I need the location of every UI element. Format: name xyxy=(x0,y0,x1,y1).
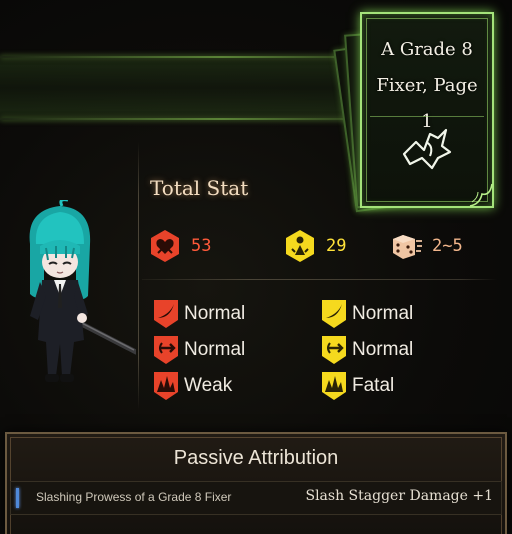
character-sprite xyxy=(29,200,136,382)
hp-resist-slash: Normal xyxy=(152,298,245,330)
page-card-front: A Grade 8 Fixer, Page 1 xyxy=(360,12,494,208)
passive-title: Passive Attribution xyxy=(173,447,339,469)
passive-item-name: Slashing Prowess of a Grade 8 Fixer xyxy=(36,490,232,504)
total-stat-title: Total Stat xyxy=(150,176,249,200)
slash-resist-icon xyxy=(154,300,178,328)
vertical-divider xyxy=(138,142,139,410)
stagger-icon xyxy=(286,230,314,262)
hp-resist-pierce: Normal xyxy=(152,334,245,366)
slash-stagger-resist-icon xyxy=(322,300,346,328)
passive-item-marker xyxy=(16,488,19,508)
blunt-stagger-resist-icon xyxy=(322,372,346,400)
stagger-value: 29 xyxy=(326,236,347,256)
stagger-stat: 29 xyxy=(283,229,346,263)
page-art-divider xyxy=(370,116,484,117)
stagger-resist-pierce-label: Normal xyxy=(352,339,414,360)
horizontal-divider xyxy=(142,279,497,280)
stagger-resist-blunt-label: Fatal xyxy=(352,375,395,396)
combat-page-card[interactable]: A Grade 8 Fixer, Page 1 xyxy=(333,10,510,213)
speed-value: 2~5 xyxy=(432,236,463,256)
hp-resist-slash-label: Normal xyxy=(184,303,246,324)
speed-dice-icon xyxy=(393,235,422,259)
page-title-line1: A Grade 8 xyxy=(381,39,473,60)
hp-resist-blunt: Weak xyxy=(152,370,232,402)
blunt-resist-icon xyxy=(154,372,178,400)
pierce-resist-icon xyxy=(154,336,178,364)
fixer-emblem-icon xyxy=(402,128,452,170)
hp-resist-blunt-label: Weak xyxy=(184,375,233,396)
passive-item-description: Slash Stagger Damage +1 xyxy=(305,488,493,504)
header-band-line-top xyxy=(0,56,370,58)
hp-value: 53 xyxy=(191,236,212,256)
stagger-resist-slash-label: Normal xyxy=(352,303,414,324)
hp-resist-pierce-label: Normal xyxy=(184,339,246,360)
stagger-resist-slash: Normal xyxy=(320,298,413,330)
passive-item[interactable]: Slashing Prowess of a Grade 8 Fixer Slas… xyxy=(10,481,502,515)
header-band-line-bottom xyxy=(0,118,370,120)
page-corner-ornament xyxy=(469,183,493,207)
hp-heart-icon xyxy=(151,230,179,262)
stagger-resist-pierce: Normal xyxy=(320,334,413,366)
pierce-stagger-resist-icon xyxy=(322,336,346,364)
hp-stat: 53 xyxy=(148,229,211,263)
stagger-resist-blunt: Fatal xyxy=(320,370,394,402)
speed-stat: 2~5 xyxy=(389,229,463,263)
